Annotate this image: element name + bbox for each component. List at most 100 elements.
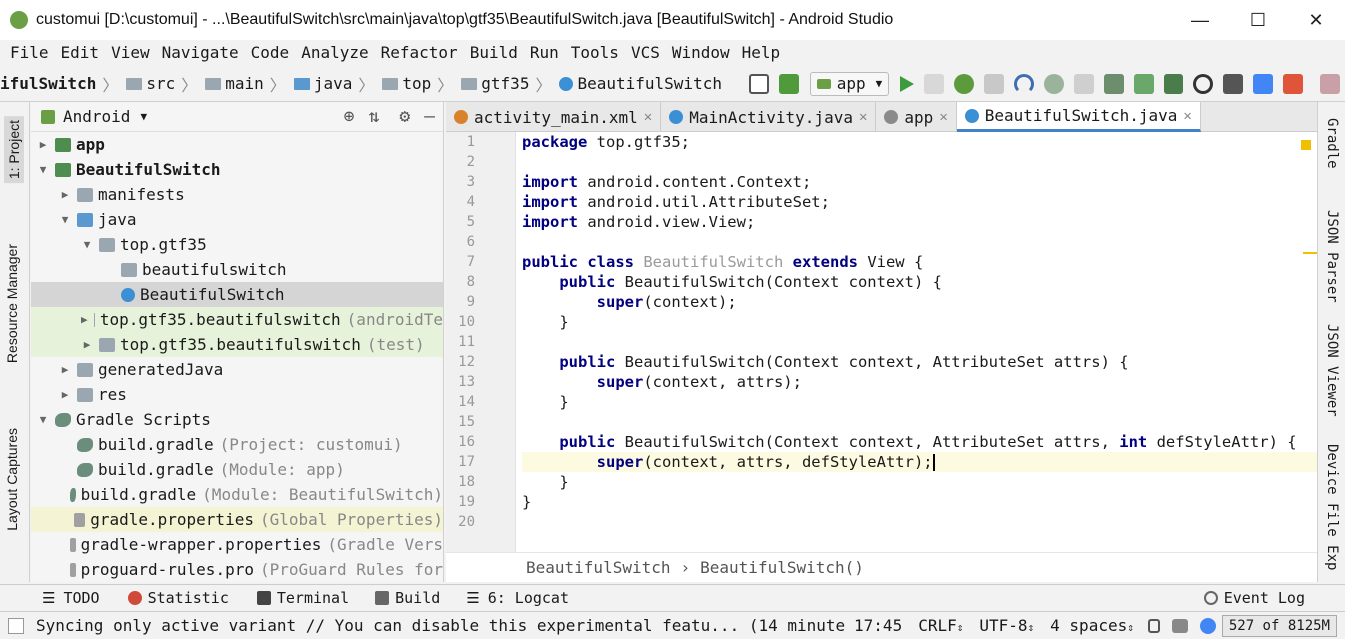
tree-item[interactable]: ▶ top.gtf35.beautifulswitch (test) [31, 332, 443, 357]
inspection-status-icon[interactable] [1301, 140, 1311, 150]
collapsed-arrow-icon[interactable]: ▶ [37, 138, 49, 151]
menu-file[interactable]: File [4, 43, 55, 62]
file-encoding[interactable]: UTF-8⇕ [979, 616, 1034, 635]
minimize-button[interactable]: — [1171, 0, 1229, 40]
run-config-select[interactable]: app ▼ [809, 71, 890, 96]
run-icon[interactable] [900, 75, 915, 92]
code-line[interactable]: import android.view.View; [522, 212, 1317, 232]
collapsed-arrow-icon[interactable]: ▶ [59, 388, 71, 401]
editor-tab[interactable]: BeautifulSwitch.java ✕ [956, 102, 1201, 132]
code-line[interactable]: super(context, attrs); [522, 372, 1317, 392]
close-tab-icon[interactable]: ✕ [644, 109, 652, 125]
sync-gradle-icon[interactable] [1103, 73, 1124, 94]
tree-item[interactable]: BeautifulSwitch [31, 282, 443, 307]
expanded-arrow-icon[interactable]: ▼ [81, 238, 93, 251]
status-message[interactable]: Syncing only active variant // You can d… [24, 616, 846, 635]
breadcrumb-src[interactable]: src 〉 [118, 72, 197, 96]
code-line[interactable]: super(context, attrs, defStyleAttr); [522, 452, 1317, 472]
avatar-icon[interactable] [1320, 73, 1340, 94]
breadcrumb-java[interactable]: java 〉 [286, 72, 374, 96]
apply-changes-icon[interactable] [924, 73, 945, 94]
tool-event-log[interactable]: Event Log [1203, 589, 1305, 607]
translate-icon[interactable] [1253, 73, 1274, 94]
code-line[interactable] [522, 152, 1317, 172]
code-line[interactable]: } [522, 472, 1317, 492]
project-structure-icon[interactable] [1223, 73, 1244, 94]
menu-help[interactable]: Help [736, 43, 787, 62]
tool-build[interactable]: Build [375, 589, 440, 607]
code-line[interactable]: import android.content.Context; [522, 172, 1317, 192]
tree-item[interactable]: proguard-rules.pro (ProGuard Rules for [31, 557, 443, 582]
code-line[interactable]: package top.gtf35; [522, 132, 1317, 152]
gear-icon[interactable]: ⚙ [399, 106, 410, 127]
code-line[interactable]: public BeautifulSwitch(Context context, … [522, 352, 1317, 372]
tree-item[interactable]: ▶ manifests [31, 182, 443, 207]
tree-item[interactable]: build.gradle (Project: customui) [31, 432, 443, 457]
tab-json-parser[interactable]: JSON Parser [1324, 210, 1340, 303]
breadcrumb-class[interactable]: BeautifulSwitch [551, 74, 722, 93]
collapse-all-icon[interactable]: ⇅ [368, 106, 379, 127]
tree-item[interactable]: build.gradle (Module: BeautifulSwitch) [31, 482, 443, 507]
code-line[interactable] [522, 412, 1317, 432]
hammer-build-icon[interactable] [778, 73, 799, 94]
code-line[interactable]: } [522, 492, 1317, 512]
line-separator[interactable]: CRLF⇕ [918, 616, 963, 635]
expanded-arrow-icon[interactable]: ▼ [59, 213, 71, 226]
lock-icon[interactable] [1147, 618, 1160, 633]
tree-item[interactable]: ▼ BeautifulSwitch [31, 157, 443, 182]
tab-layout-captures[interactable]: Layout Captures [4, 428, 20, 531]
attach-process-icon[interactable] [1043, 73, 1064, 94]
collapsed-arrow-icon[interactable]: ▶ [59, 363, 71, 376]
code-line[interactable]: } [522, 392, 1317, 412]
maximize-button[interactable]: ☐ [1229, 0, 1287, 40]
sdk-manager-icon[interactable] [1163, 73, 1184, 94]
expanded-arrow-icon[interactable]: ▼ [37, 413, 49, 426]
menu-window[interactable]: Window [666, 43, 736, 62]
editor-breadcrumb-class[interactable]: BeautifulSwitch [526, 558, 671, 577]
code-line[interactable] [522, 512, 1317, 532]
editor-tab[interactable]: app ✕ [876, 102, 957, 132]
tree-item[interactable]: ▼ top.gtf35 [31, 232, 443, 257]
menu-tools[interactable]: Tools [565, 43, 625, 62]
tree-item[interactable]: ▶ top.gtf35.beautifulswitch (androidTe [31, 307, 443, 332]
avd-manager-icon[interactable] [1133, 73, 1154, 94]
project-view-select[interactable]: Android [63, 107, 130, 126]
error-stripe-mark[interactable] [1303, 252, 1317, 254]
tab-gradle[interactable]: Gradle [1324, 118, 1340, 169]
breadcrumb-top[interactable]: top 〉 [374, 72, 453, 96]
stop-icon[interactable] [1073, 73, 1094, 94]
tree-item[interactable]: ▶ res [31, 382, 443, 407]
tool-terminal[interactable]: Terminal [256, 589, 349, 607]
breadcrumb-main[interactable]: main 〉 [197, 72, 286, 96]
chevron-down-icon[interactable]: ▼ [140, 110, 147, 123]
editor-tab[interactable]: activity_main.xml ✕ [446, 102, 662, 132]
tab-json-viewer[interactable]: JSON Viewer [1324, 324, 1340, 417]
tree-item[interactable]: gradle-wrapper.properties (Gradle Vers [31, 532, 443, 557]
tool-logcat[interactable]: ☰ 6: Logcat [466, 589, 569, 607]
tool-todo[interactable]: ☰ TODO [42, 589, 100, 607]
breadcrumb-module[interactable]: ifulSwitch 〉 [0, 72, 118, 96]
menu-build[interactable]: Build [464, 43, 524, 62]
code-line[interactable] [522, 332, 1317, 352]
debug-bug-icon[interactable] [954, 73, 975, 94]
memory-indicator[interactable]: 527 of 8125M [1221, 614, 1337, 637]
tree-item[interactable]: build.gradle (Module: app) [31, 457, 443, 482]
indent-setting[interactable]: 4 spaces⇕ [1050, 616, 1134, 635]
profiler-gauge-icon[interactable] [1013, 73, 1034, 94]
collapsed-arrow-icon[interactable]: ▶ [81, 338, 93, 351]
menu-code[interactable]: Code [245, 43, 296, 62]
code-line[interactable]: public BeautifulSwitch(Context context) … [522, 272, 1317, 292]
menu-run[interactable]: Run [524, 43, 565, 62]
collapsed-arrow-icon[interactable]: ▶ [59, 188, 71, 201]
translate-replace-icon[interactable] [1283, 73, 1304, 94]
tab-device-file-explorer[interactable]: Device File Exp [1324, 444, 1340, 570]
google-icon[interactable] [1199, 617, 1216, 634]
toggle-tool-windows-icon[interactable] [8, 617, 24, 634]
code-line[interactable]: } [522, 312, 1317, 332]
attach-debugger-icon[interactable] [748, 73, 769, 94]
caret-position[interactable]: 17:45 [854, 616, 902, 635]
menu-refactor[interactable]: Refactor [375, 43, 464, 62]
tree-item[interactable]: ▶ generatedJava [31, 357, 443, 382]
expanded-arrow-icon[interactable]: ▼ [37, 163, 49, 176]
breadcrumb-gtf35[interactable]: gtf35 〉 [453, 72, 551, 96]
